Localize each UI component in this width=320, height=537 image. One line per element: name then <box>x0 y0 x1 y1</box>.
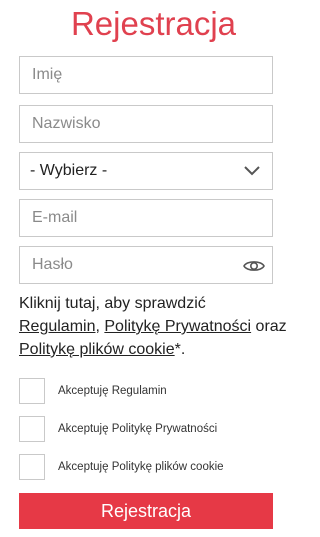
last-name-input[interactable] <box>20 106 272 142</box>
select-value: - Wybierz - <box>30 162 108 179</box>
info-oraz: oraz <box>251 318 287 335</box>
password-field[interactable] <box>19 246 273 284</box>
last-name-field[interactable] <box>19 105 273 143</box>
accept-terms-checkbox[interactable] <box>19 378 45 404</box>
accept-terms-label[interactable]: Akceptuję Regulamin <box>58 385 167 397</box>
select-dropdown[interactable]: - Wybierz - <box>19 152 273 190</box>
page-title: Rejestracja <box>70 5 237 42</box>
password-input[interactable] <box>20 247 272 283</box>
chevron-down-icon <box>232 153 272 189</box>
accept-privacy-checkbox[interactable] <box>19 416 45 442</box>
email-input[interactable] <box>20 200 272 236</box>
register-button[interactable]: Rejestracja <box>19 493 273 529</box>
accept-cookies-row[interactable]: Akceptuję Politykę plików cookie <box>19 454 224 480</box>
eye-icon[interactable] <box>242 254 266 278</box>
accept-cookies-checkbox[interactable] <box>19 454 45 480</box>
terms-link[interactable]: Regulamin <box>19 318 95 335</box>
accept-privacy-label[interactable]: Akceptuję Politykę Prywatności <box>58 423 217 435</box>
accept-terms-row[interactable]: Akceptuję Regulamin <box>19 378 167 404</box>
first-name-field[interactable] <box>19 56 273 94</box>
first-name-input[interactable] <box>20 57 272 93</box>
cookies-link[interactable]: Politykę plików cookie <box>19 341 175 358</box>
accept-privacy-row[interactable]: Akceptuję Politykę Prywatności <box>19 416 217 442</box>
privacy-link[interactable]: Politykę Prywatności <box>104 318 251 335</box>
accept-cookies-label[interactable]: Akceptuję Politykę plików cookie <box>58 461 224 473</box>
terms-info-text: Kliknij tutaj, aby sprawdzić Regulamin, … <box>19 292 289 361</box>
info-suffix: *. <box>174 341 186 358</box>
email-field[interactable] <box>19 199 273 237</box>
info-text-lead: Kliknij tutaj, aby sprawdzić <box>19 295 206 312</box>
